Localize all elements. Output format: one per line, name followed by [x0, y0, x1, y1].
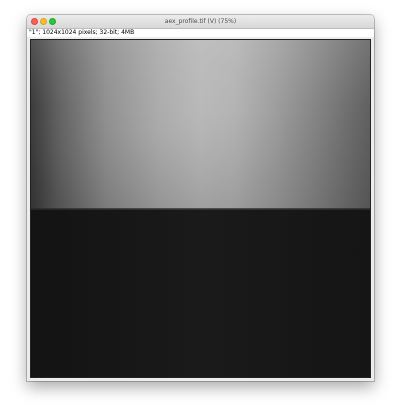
image-info-bar: "1"; 1024x1024 pixels; 32-bit; 4MB: [27, 29, 374, 37]
image-edge: [31, 208, 370, 210]
image-window: aex_profile.tif (V) (75%) "1"; 1024x1024…: [27, 15, 374, 381]
image-info-text: "1"; 1024x1024 pixels; 32-bit; 4MB: [29, 29, 135, 36]
image-bright-region: [31, 40, 370, 209]
image-dark-region: [31, 209, 370, 377]
title-bar[interactable]: aex_profile.tif (V) (75%): [27, 15, 374, 29]
image-canvas[interactable]: [30, 39, 371, 378]
window-title: aex_profile.tif (V) (75%): [164, 18, 237, 25]
